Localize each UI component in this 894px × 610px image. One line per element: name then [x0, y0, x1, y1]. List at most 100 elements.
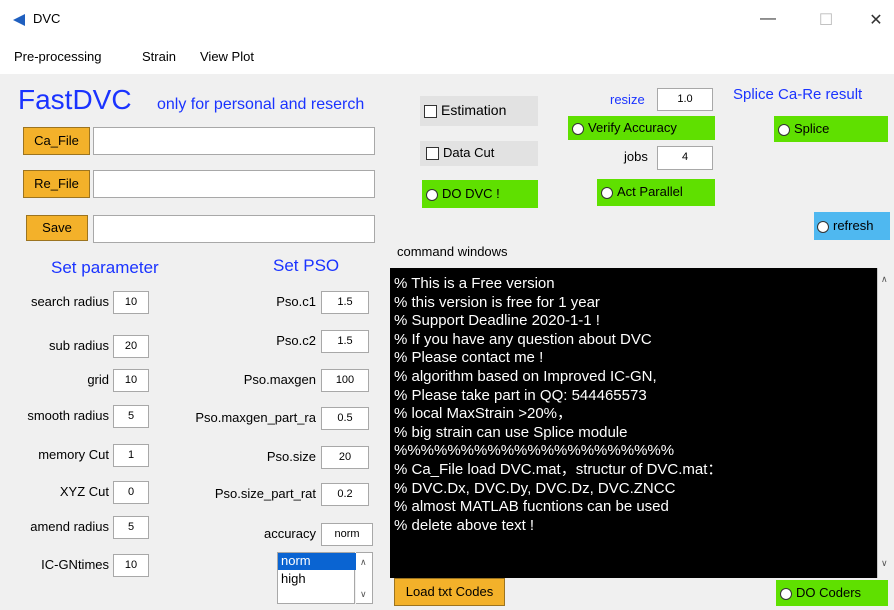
command-line: % Ca_File load DVC.mat，structur of DVC.m…: [394, 460, 723, 478]
pso-label: Pso.c1: [276, 294, 316, 309]
menu-view-plot[interactable]: View Plot: [200, 49, 254, 64]
command-line: % big strain can use Splice module: [394, 423, 628, 441]
splice-toggle[interactable]: Splice: [774, 116, 888, 142]
radio-icon[interactable]: [572, 122, 584, 135]
param-input[interactable]: 10: [113, 554, 149, 577]
do-dvc-toggle[interactable]: DO DVC !: [422, 180, 538, 208]
param-input[interactable]: 1: [113, 444, 149, 467]
estimation-label: Estimation: [441, 102, 507, 118]
window-title: DVC: [33, 11, 61, 26]
accuracy-label: accuracy: [263, 526, 316, 541]
load-txt-codes-button[interactable]: Load txt Codes: [394, 578, 505, 606]
data-cut-checkbox[interactable]: Data Cut: [420, 141, 538, 166]
param-input[interactable]: 0: [113, 481, 149, 504]
listbox-scrollbar[interactable]: ∧ ∨: [356, 552, 373, 604]
param-input[interactable]: 20: [113, 335, 149, 358]
param-input[interactable]: 5: [113, 516, 149, 539]
scroll-up-icon[interactable]: ∧: [881, 274, 888, 285]
app-title: FastDVC: [18, 84, 132, 115]
splice-heading: Splice Ca-Re result: [733, 86, 863, 103]
set-pso-heading: Set PSO: [273, 256, 340, 275]
pso-label: Pso.size_part_rat: [214, 486, 316, 501]
radio-icon[interactable]: [601, 186, 613, 199]
command-line: % almost MATLAB fucntions can be used: [394, 498, 669, 516]
minimize-button[interactable]: —: [754, 10, 782, 28]
pso-label: Pso.size: [266, 449, 316, 464]
radio-icon[interactable]: [426, 188, 438, 201]
checkbox-icon[interactable]: [426, 147, 439, 161]
radio-icon[interactable]: [778, 123, 790, 136]
scroll-down-icon[interactable]: ∨: [360, 589, 367, 600]
act-parallel-toggle[interactable]: Act Parallel: [597, 179, 715, 206]
resize-label: resize: [610, 92, 645, 107]
command-line: % If you have any question about DVC: [394, 330, 652, 348]
verify-accuracy-toggle[interactable]: Verify Accuracy: [568, 116, 715, 140]
refresh-label: refresh: [833, 218, 874, 233]
pso-input[interactable]: 100: [321, 369, 369, 392]
menu-strain[interactable]: Strain: [142, 49, 176, 64]
do-coders-toggle[interactable]: DO Coders: [776, 580, 888, 606]
app-subtitle: only for personal and reserch: [157, 96, 365, 113]
pso-input[interactable]: 1.5: [321, 291, 369, 314]
command-line: % This is a Free version: [394, 275, 555, 292]
command-line: % this version is free for 1 year: [394, 293, 600, 311]
save-button[interactable]: Save: [26, 215, 88, 241]
pso-input[interactable]: 0.5: [321, 407, 369, 430]
pso-input[interactable]: 20: [321, 446, 369, 469]
command-line: %%%%%%%%%%%%%%%%%%%%%: [394, 442, 675, 460]
command-line: % delete above text !: [394, 516, 535, 534]
resize-input[interactable]: 1.0: [657, 88, 713, 111]
set-parameter-heading: Set parameter: [51, 258, 159, 277]
pso-label: Pso.maxgen: [243, 372, 316, 387]
menu-pre-processing[interactable]: Pre-processing: [14, 49, 101, 64]
command-window[interactable]: % This is a Free version % this version …: [390, 268, 892, 578]
command-line: % Support Deadline 2020-1-1 !: [394, 312, 600, 330]
data-cut-label: Data Cut: [443, 145, 495, 160]
jobs-label: jobs: [624, 149, 648, 164]
scroll-down-icon[interactable]: ∨: [881, 558, 888, 569]
re-file-button[interactable]: Re_File: [23, 170, 90, 198]
close-button[interactable]: ✕: [862, 10, 890, 30]
command-line: % local MaxStrain >20%，: [394, 405, 572, 423]
accuracy-value[interactable]: norm: [321, 523, 373, 546]
param-label: sub radius: [49, 338, 109, 353]
checkbox-icon[interactable]: [424, 104, 437, 118]
pso-input[interactable]: 1.5: [321, 330, 369, 353]
command-line: % DVC.Dx, DVC.Dy, DVC.Dz, DVC.ZNCC: [394, 479, 676, 497]
command-line: % algorithm based on Improved IC-GN,: [394, 367, 657, 385]
param-label: IC-GNtimes: [41, 557, 109, 572]
re-file-path-field[interactable]: [93, 170, 375, 198]
listbox-option-high[interactable]: high: [278, 571, 348, 588]
ca-file-button[interactable]: Ca_File: [23, 127, 90, 155]
param-input[interactable]: 5: [113, 405, 149, 428]
menu-bar: [0, 40, 894, 74]
command-line: % Please take part in QQ: 544465573: [394, 386, 647, 404]
pso-label: Pso.c2: [276, 333, 316, 348]
jobs-input[interactable]: 4: [657, 146, 713, 170]
maximize-button[interactable]: ☐: [812, 10, 840, 30]
listbox-option-norm[interactable]: norm: [278, 553, 356, 570]
param-input[interactable]: 10: [113, 291, 149, 314]
save-path-field[interactable]: [93, 215, 375, 243]
scroll-up-icon[interactable]: ∧: [360, 557, 367, 568]
param-label: memory Cut: [38, 447, 109, 462]
pso-label: Pso.maxgen_part_ra: [195, 410, 316, 425]
command-window-label: command windows: [397, 244, 508, 259]
estimation-checkbox[interactable]: Estimation: [420, 96, 538, 126]
command-scrollbar[interactable]: ∧ ∨: [877, 268, 892, 578]
param-label: smooth radius: [27, 408, 109, 423]
command-line: % Please contact me !: [394, 349, 544, 367]
pso-input[interactable]: 0.2: [321, 483, 369, 506]
ca-file-path-field[interactable]: [93, 127, 375, 155]
do-coders-label: DO Coders: [796, 585, 862, 600]
verify-accuracy-label: Verify Accuracy: [588, 120, 677, 135]
param-label: XYZ Cut: [59, 484, 109, 499]
param-input[interactable]: 10: [113, 369, 149, 392]
radio-icon[interactable]: [780, 587, 792, 600]
param-label: grid: [87, 372, 109, 387]
do-dvc-label: DO DVC !: [442, 186, 500, 201]
param-label: amend radius: [30, 519, 109, 534]
radio-icon[interactable]: [817, 220, 829, 233]
act-parallel-label: Act Parallel: [617, 184, 683, 199]
refresh-toggle[interactable]: refresh: [814, 212, 890, 240]
